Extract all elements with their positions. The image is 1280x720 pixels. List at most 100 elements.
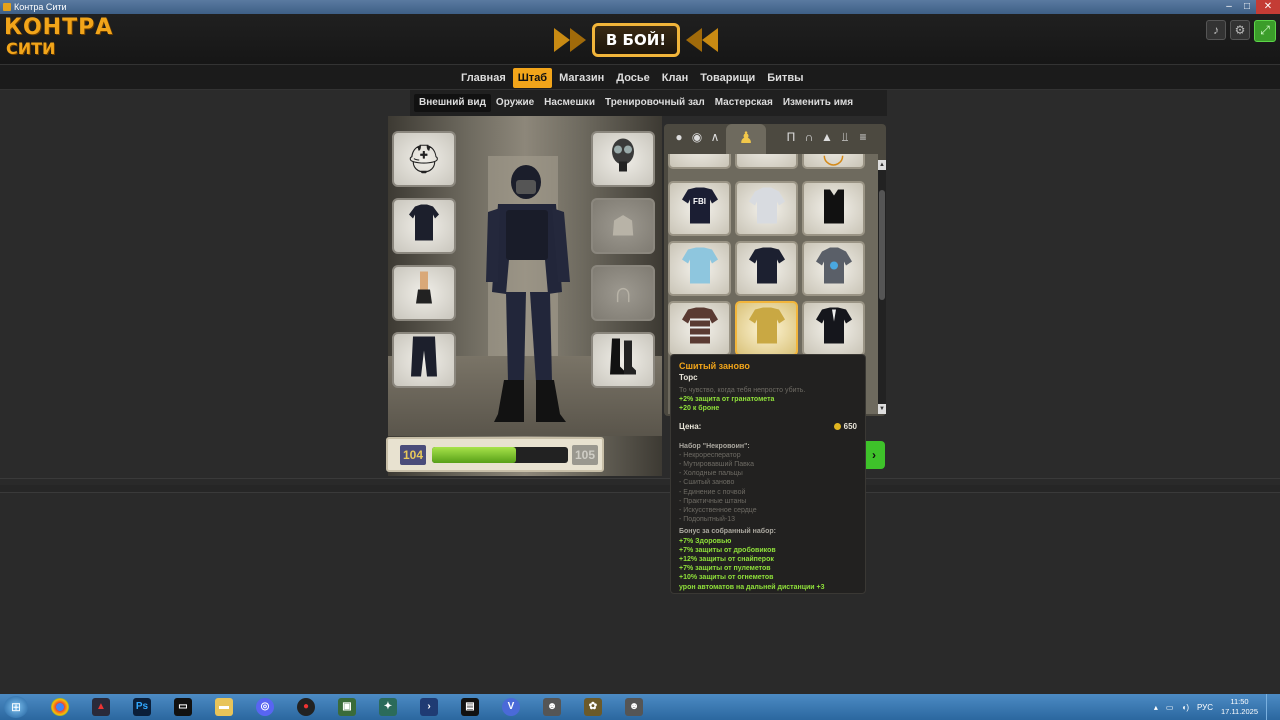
set-title: Набор "Некровоин": xyxy=(679,442,750,450)
show-desktop-button[interactable] xyxy=(1266,694,1274,720)
category-torso-icon[interactable]: ♟ xyxy=(726,124,766,154)
category-legs-icon[interactable]: ∩ xyxy=(802,130,816,148)
sound-icon[interactable]: ♪ xyxy=(1206,20,1226,40)
item-scrollbar[interactable]: ▲ ▼ xyxy=(878,160,886,414)
tray-sound-icon[interactable]: ◖) xyxy=(1181,703,1189,712)
coin-icon xyxy=(833,422,841,430)
xp-progress-bar xyxy=(432,447,568,463)
pants-slot[interactable] xyxy=(392,332,456,388)
shirt-icon xyxy=(680,305,720,352)
next-level: 105 xyxy=(572,445,598,465)
game-logo[interactable]: КОНТРА СИТИ xyxy=(4,16,114,62)
taskbar-file-explorer[interactable]: ▬ xyxy=(204,695,244,719)
scroll-up-button[interactable]: ▲ xyxy=(878,160,886,170)
set-item: - Единение с почвой xyxy=(679,488,746,496)
item-tank-black[interactable] xyxy=(802,181,865,236)
taskbar-game-app-1[interactable]: ▣ xyxy=(327,695,367,719)
taskbar-discord[interactable]: ◎ xyxy=(245,695,285,719)
nav-item-friends[interactable]: Товарищи xyxy=(695,68,760,88)
category-boots-icon[interactable]: ⫫ xyxy=(838,130,852,148)
mask-slot[interactable] xyxy=(591,131,655,187)
nav-item-hq[interactable]: Штаб xyxy=(512,68,553,88)
taskbar-game-app-2[interactable]: ✦ xyxy=(368,695,408,719)
taskbar-game-app-4[interactable]: ✿ xyxy=(573,695,613,719)
chevron-left-icon xyxy=(686,28,702,52)
tooltip-price-row: Цена: 650 xyxy=(679,420,857,434)
set-bonus: +7% Здоровью xyxy=(679,537,732,545)
taskbar-photoshop[interactable]: Ps xyxy=(122,695,162,719)
item-fbi-shirt[interactable]: FBI xyxy=(668,181,731,236)
windows-start-button[interactable]: ⊞ xyxy=(4,696,28,718)
tray-network-icon[interactable]: ▭ xyxy=(1166,703,1174,712)
torso-slot[interactable] xyxy=(392,198,456,254)
tab-workshop[interactable]: Мастерская xyxy=(710,94,778,112)
fullscreen-icon[interactable]: ⤢ xyxy=(1254,20,1276,42)
tray-arrow-icon[interactable]: ▴ xyxy=(1154,703,1158,712)
category-gloves-icon[interactable]: ∧ xyxy=(708,130,722,148)
tab-training-hall[interactable]: Тренировочный зал xyxy=(600,94,710,112)
set-bonus: урон автоматов на дальней дистанции +3 xyxy=(679,583,825,591)
category-mask-icon[interactable]: ◉ xyxy=(690,130,704,148)
item-suit-jacket[interactable] xyxy=(802,301,865,356)
category-pants-icon[interactable]: Π xyxy=(784,130,798,148)
taskbar-recorder[interactable]: ● xyxy=(286,695,326,719)
taskbar-chrome[interactable] xyxy=(40,695,80,719)
taskbar-game-app-5[interactable]: ☻ xyxy=(614,695,654,719)
nav-item-battles[interactable]: Битвы xyxy=(762,68,808,88)
category-helmet-icon[interactable]: ● xyxy=(672,130,686,148)
tooltip-bonus: +20 к броне xyxy=(679,405,720,413)
item-tactical-jacket[interactable] xyxy=(735,241,798,296)
chevron-right-icon xyxy=(570,28,586,52)
nav-item-home[interactable]: Главная xyxy=(456,68,511,88)
app-icon xyxy=(3,3,11,11)
category-tabs: ● ◉ ∧ ♟ Π ∩ ▲ ⫫ ≡ xyxy=(664,124,886,154)
item-cell[interactable] xyxy=(735,154,798,169)
empty-slot-2[interactable]: ∩ xyxy=(591,265,655,321)
taskbar-game-app-3[interactable]: ☻ xyxy=(532,695,572,719)
tab-change-name[interactable]: Изменить имя xyxy=(778,94,858,112)
set-bonus: +7% защиты от дробовиков xyxy=(679,546,776,554)
taskbar-terminal[interactable]: ▭ xyxy=(163,695,203,719)
gas-mask-icon xyxy=(608,136,638,183)
item-plaid-shirt[interactable] xyxy=(668,301,731,356)
item-hoodie-white[interactable] xyxy=(735,181,798,236)
taskbar-powershell[interactable]: › xyxy=(409,695,449,719)
item-tshirt-lightblue[interactable] xyxy=(668,241,731,296)
scroll-thumb[interactable] xyxy=(879,190,885,300)
boots-slot[interactable] xyxy=(591,332,655,388)
clock[interactable]: 11:50 17.11.2025 xyxy=(1221,697,1258,717)
nav-item-shop[interactable]: Магазин xyxy=(554,68,609,88)
language-indicator[interactable]: РУС xyxy=(1197,703,1213,712)
game-header: КОНТРА СИТИ В БОЙ! ♪ ⚙ ⤢ xyxy=(0,14,1280,64)
close-button[interactable]: ✕ xyxy=(1256,0,1280,14)
pants-icon xyxy=(409,335,439,386)
item-cell[interactable]: ◡ xyxy=(802,154,865,169)
taskbar-vpn[interactable]: V xyxy=(491,695,531,719)
minimize-button[interactable]: – xyxy=(1220,0,1238,14)
price-value: 650 xyxy=(843,421,857,431)
boots-icon xyxy=(608,337,638,384)
category-other-icon[interactable]: ≡ xyxy=(856,130,870,148)
settings-icon[interactable]: ⚙ xyxy=(1230,20,1250,40)
item-hoodie-grey[interactable] xyxy=(802,241,865,296)
item-cell[interactable] xyxy=(668,154,731,169)
tab-appearance[interactable]: Внешний вид xyxy=(414,94,491,112)
taskbar-launcher[interactable]: ▲ xyxy=(81,695,121,719)
lower-strip xyxy=(0,485,1280,493)
taskbar-film-app[interactable]: ▤ xyxy=(450,695,490,719)
tab-weapons[interactable]: Оружие xyxy=(491,94,539,112)
nav-item-dossier[interactable]: Досье xyxy=(611,68,655,88)
maximize-button[interactable]: □ xyxy=(1238,0,1256,14)
tab-taunts[interactable]: Насмешки xyxy=(539,94,600,112)
item-stitched-again-selected[interactable] xyxy=(735,301,798,356)
scroll-down-button[interactable]: ▼ xyxy=(878,404,886,414)
system-tray: ▴ ▭ ◖) РУС 11:50 17.11.2025 xyxy=(1154,694,1280,720)
tooltip-item-type: Торс xyxy=(679,373,698,382)
category-silhouette-icon[interactable]: ▲ xyxy=(820,130,834,148)
action-button-green[interactable]: › xyxy=(863,441,885,469)
nav-item-clan[interactable]: Клан xyxy=(657,68,693,88)
to-battle-button[interactable]: В БОЙ! xyxy=(592,23,680,57)
helmet-slot[interactable]: ⛑ xyxy=(392,131,456,187)
empty-slot-1[interactable]: ☗ xyxy=(591,198,655,254)
gloves-slot[interactable] xyxy=(392,265,456,321)
